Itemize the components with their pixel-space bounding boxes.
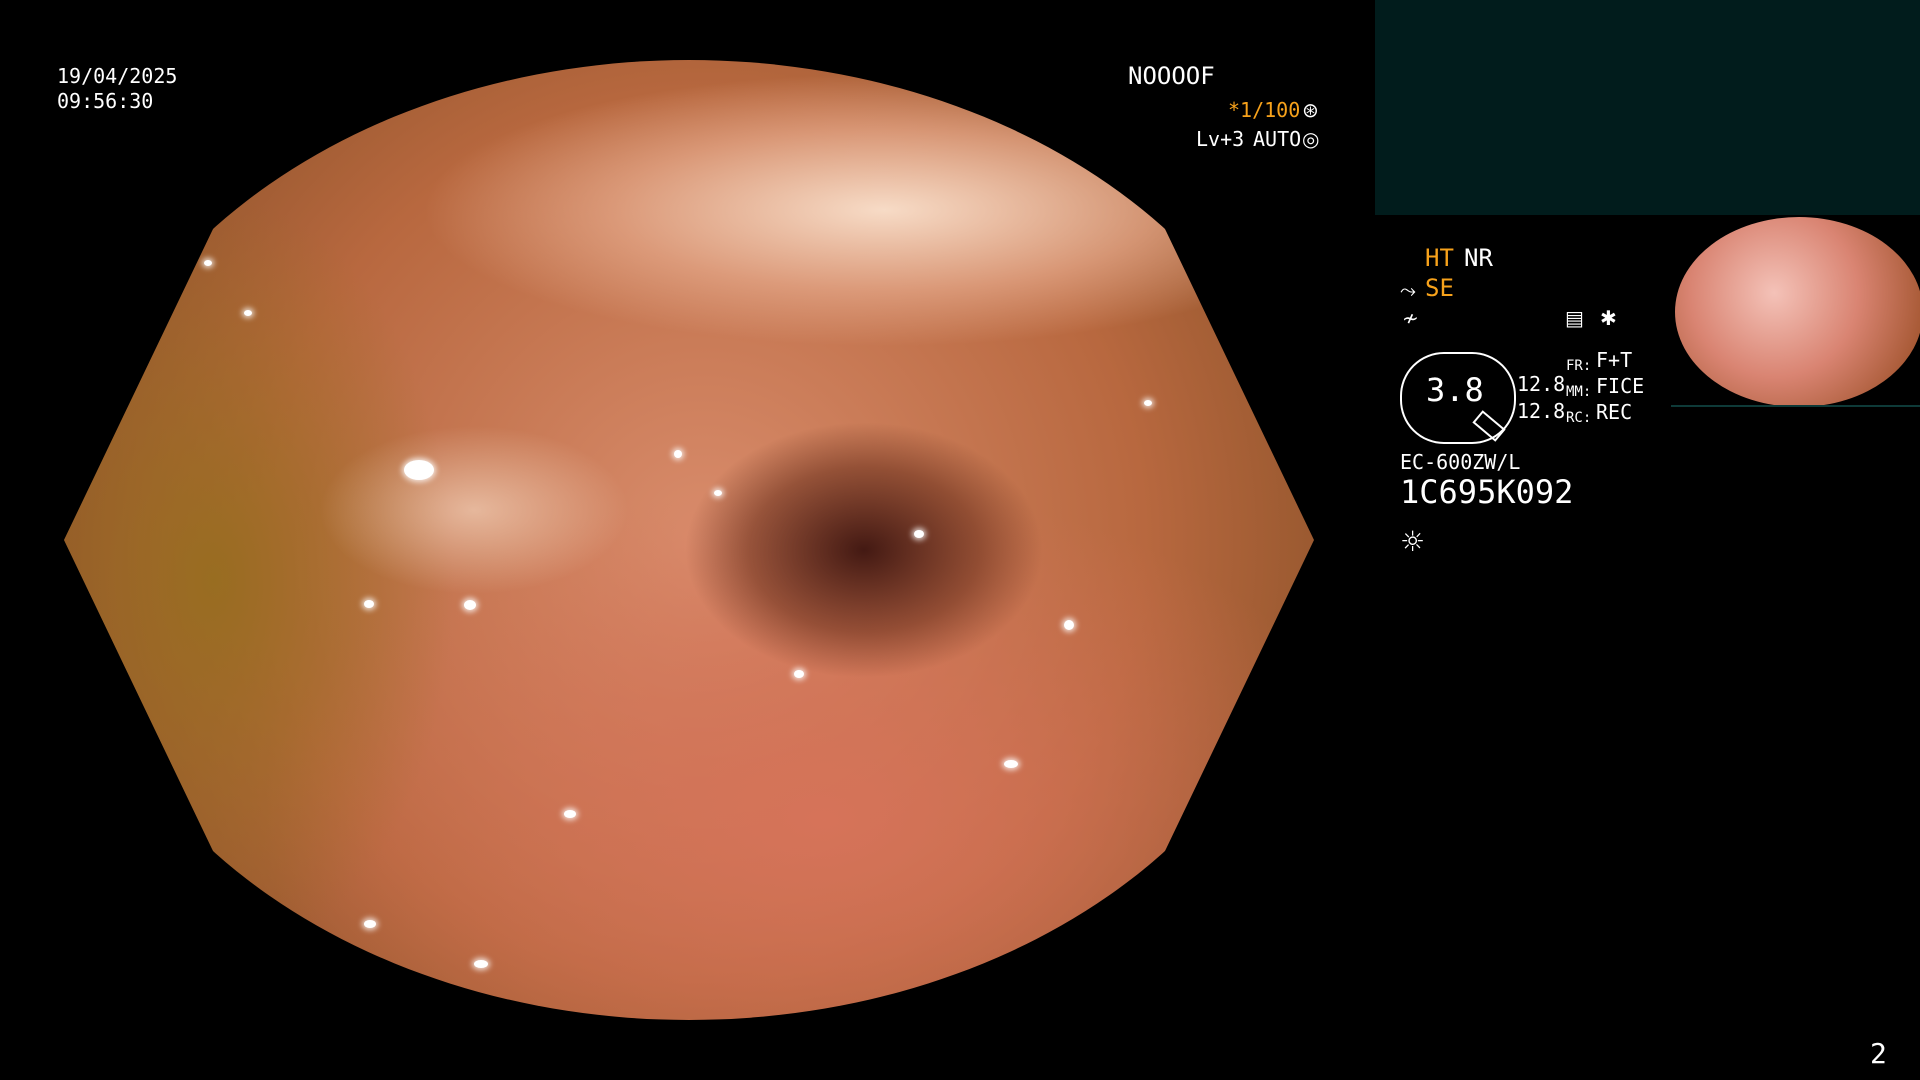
rc-value: REC bbox=[1596, 400, 1633, 424]
rc-label: RC: bbox=[1566, 410, 1592, 426]
pip-panel bbox=[1375, 0, 1920, 215]
thumbnail-bar bbox=[1671, 405, 1920, 407]
level-label: Lv+3 bbox=[1196, 127, 1245, 151]
fr-value: F+T bbox=[1596, 348, 1633, 372]
aperture-icon: ⊛ bbox=[1302, 98, 1319, 122]
value-2: 12.8 bbox=[1517, 399, 1566, 423]
fr-label: FR: bbox=[1566, 358, 1592, 374]
asterisk-icon: ✱ bbox=[1600, 306, 1617, 330]
date-label: 19/04/2025 bbox=[57, 64, 178, 88]
serial-number: 1C695K092 bbox=[1400, 473, 1574, 511]
light-icon: ☼ bbox=[1400, 525, 1426, 558]
ht-label: HT bbox=[1425, 244, 1454, 272]
shutter-speed: *1/100 bbox=[1228, 98, 1301, 122]
structure-enhance-icon: ⤳ bbox=[1400, 278, 1416, 302]
thumbnail-image bbox=[1675, 217, 1920, 407]
time-label: 09:56:30 bbox=[57, 89, 154, 113]
iris-icon: ◎ bbox=[1302, 127, 1320, 151]
nr-label: NR bbox=[1464, 244, 1493, 272]
patient-id: NOOOOF bbox=[1128, 62, 1215, 90]
page-number: 2 bbox=[1870, 1037, 1887, 1070]
mm-label: MM: bbox=[1566, 384, 1592, 400]
zoom-value: 3.8 bbox=[1426, 371, 1484, 409]
se-label: SE bbox=[1425, 274, 1454, 302]
scope-model: EC-600ZW/L bbox=[1400, 450, 1521, 474]
menu-icon: ▤ bbox=[1565, 306, 1584, 330]
value-1: 12.8 bbox=[1517, 372, 1566, 396]
endoscope-view bbox=[64, 60, 1314, 1020]
color-enhance-icon: ≁ bbox=[1402, 306, 1419, 330]
thumbnail-view bbox=[1671, 217, 1920, 407]
mm-value: FICE bbox=[1596, 374, 1645, 398]
mode-label: AUTO bbox=[1253, 127, 1302, 151]
